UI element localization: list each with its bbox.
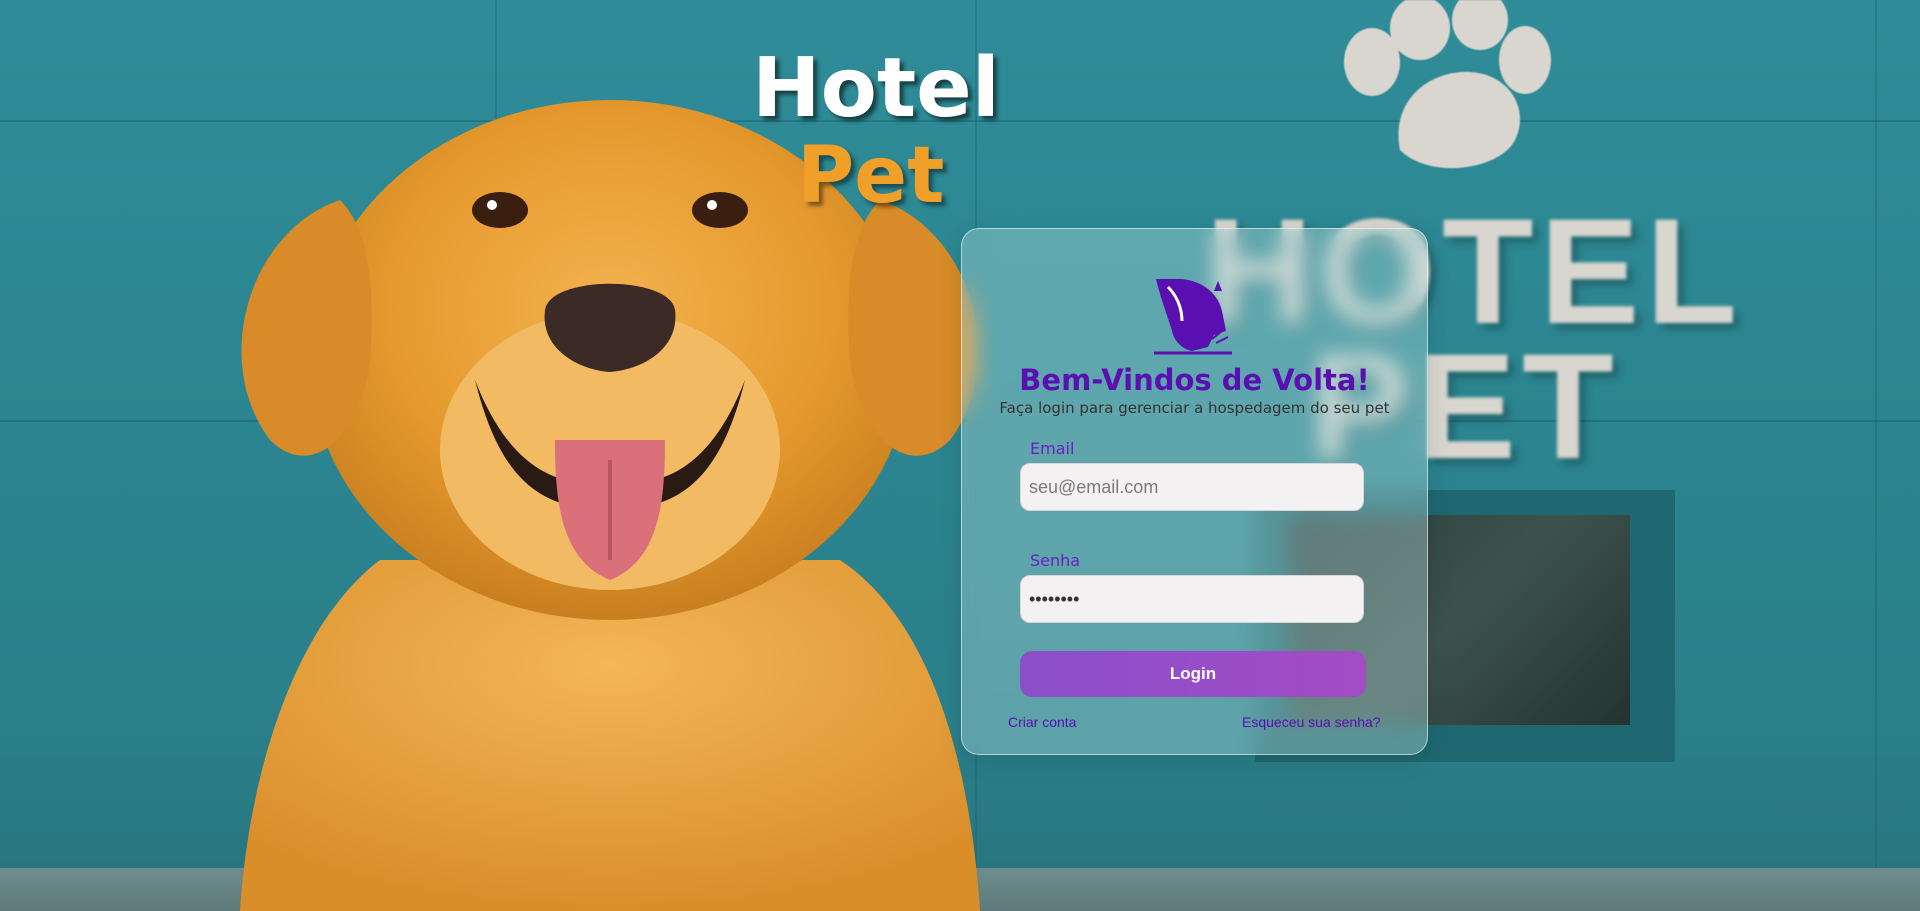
password-input[interactable] — [1020, 575, 1364, 623]
login-subtitle: Faça login para gerenciar a hospedagem d… — [999, 399, 1390, 417]
login-card: Bem-Vindos de Volta! Faça login para ger… — [961, 228, 1428, 755]
password-label: Senha — [1030, 551, 1081, 570]
email-input[interactable] — [1020, 463, 1364, 511]
brand-title-pet: Pet — [797, 131, 945, 221]
email-label: Email — [1030, 439, 1075, 458]
create-account-link[interactable]: Criar conta — [1008, 714, 1076, 730]
brand-title-hotel: Hotel — [752, 41, 1000, 136]
wall-panel-seam — [1875, 0, 1877, 870]
login-page: HOTEL PET Hotel Pet Bem-Vindos de Volta!… — [0, 0, 1920, 911]
login-button[interactable]: Login — [1020, 651, 1366, 697]
paw-icon — [1344, 0, 1551, 169]
forgot-password-link[interactable]: Esqueceu sua senha? — [1242, 714, 1381, 730]
login-title: Bem-Vindos de Volta! — [1019, 363, 1370, 397]
dog-head-logo-icon — [1154, 279, 1232, 355]
